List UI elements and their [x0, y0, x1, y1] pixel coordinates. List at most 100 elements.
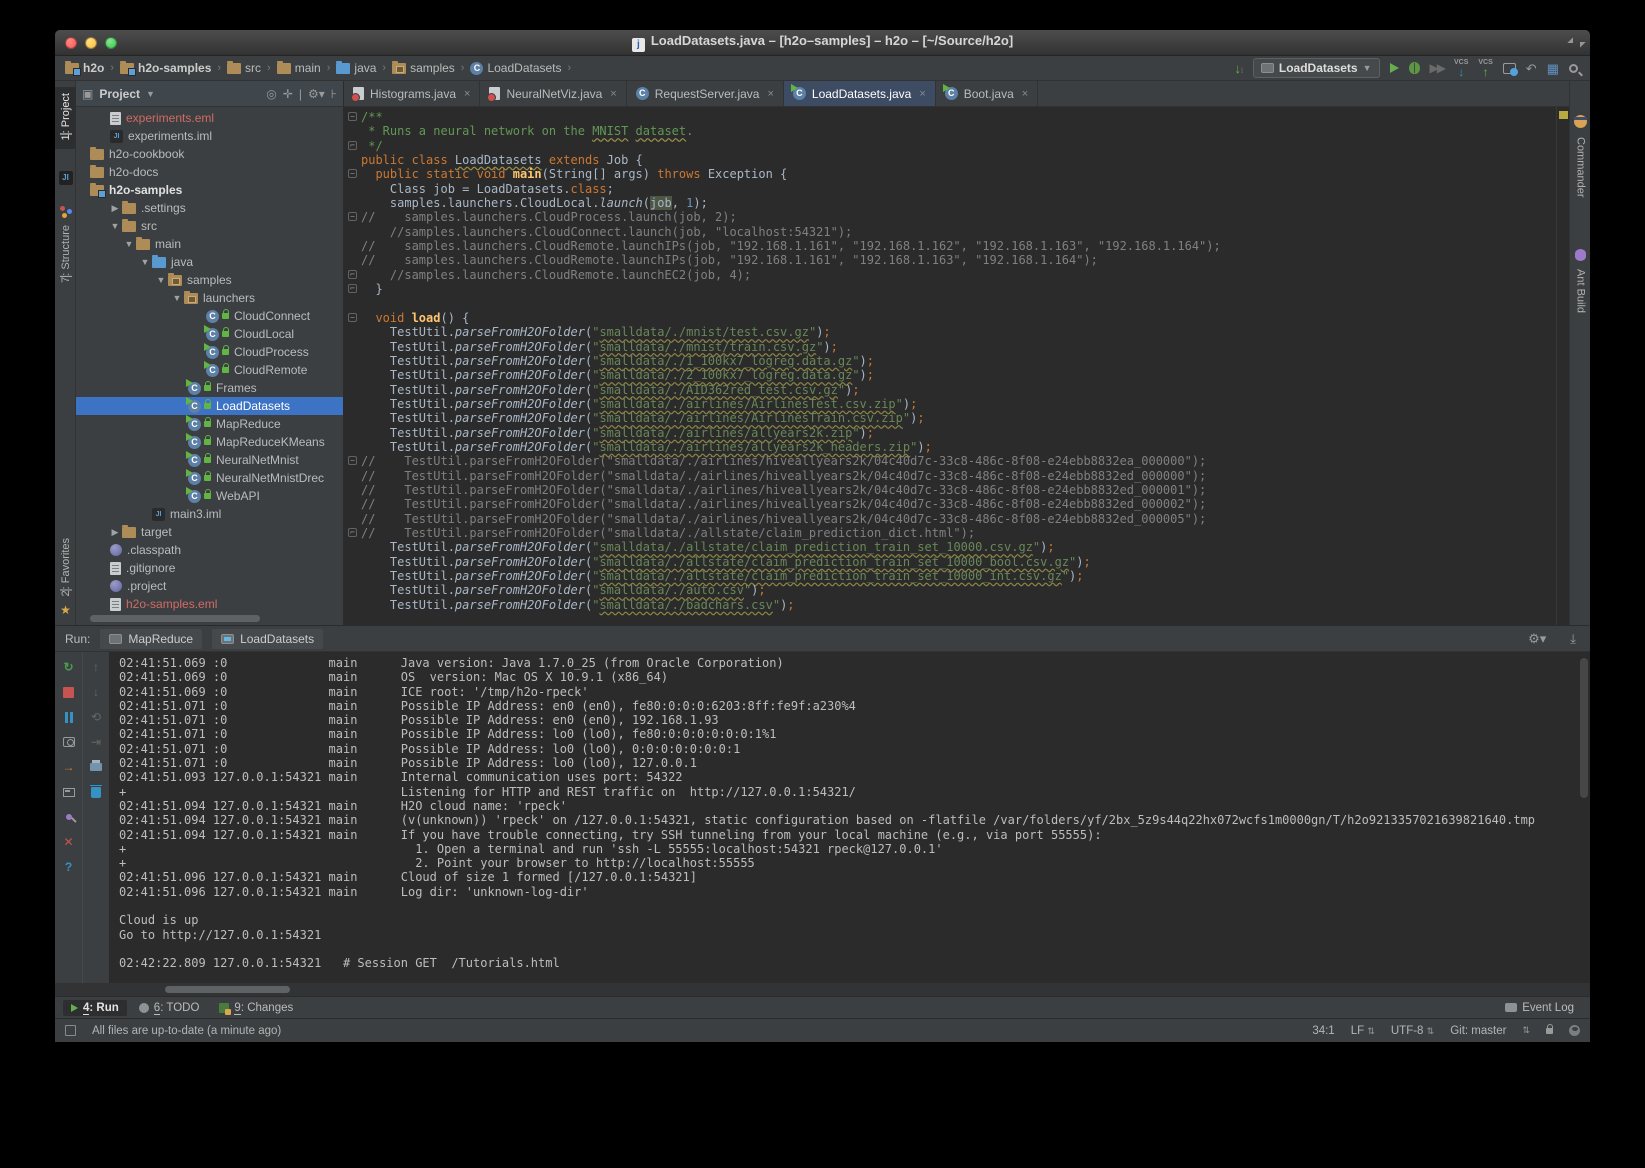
close-icon[interactable]: × [1022, 88, 1028, 100]
run-configuration-select[interactable]: LoadDatasets ▼ [1253, 58, 1380, 78]
scrollbar-thumb[interactable] [165, 986, 290, 993]
tree-item-webapi[interactable]: CWebAPI [76, 487, 343, 505]
hide-panel-icon[interactable]: ⤓ [1570, 631, 1576, 647]
scroll-to-end-icon[interactable]: ⇥ [89, 735, 103, 749]
tree-item-cloudremote[interactable]: CCloudRemote [76, 361, 343, 379]
toolwindow-button-event-log[interactable]: Event Log [1497, 1000, 1582, 1016]
run-icon[interactable] [1390, 63, 1399, 73]
gear-icon[interactable]: ⚙▾ [308, 87, 325, 101]
toolwindow-button-changes[interactable]: 9: Changes [211, 1000, 301, 1016]
breadcrumb-item-h2o[interactable]: h2o [65, 61, 104, 75]
git-branch-select[interactable]: Git: master [1450, 1025, 1506, 1037]
tree-item-h2o-docs[interactable]: h2o-docs [76, 163, 343, 181]
fold-end-icon[interactable]: ⌐ [348, 284, 357, 293]
undo-icon[interactable]: ↶ [1526, 62, 1537, 75]
run-tab-mapreduce[interactable]: MapReduce [100, 629, 202, 649]
collapsed-arrow-icon[interactable]: ▶ [109, 203, 121, 214]
project-hscrollbar[interactable] [76, 612, 343, 625]
tool-button-structure[interactable]: 7: Structure [55, 206, 76, 286]
vcs-update-icon[interactable]: VCS ↓ [1454, 59, 1468, 78]
scrollbar-thumb[interactable] [90, 615, 260, 622]
tree-item-neuralnetmnistdrec[interactable]: CNeuralNetMnistDrec [76, 469, 343, 487]
soft-wrap-icon[interactable]: ⟲ [89, 710, 103, 724]
editor-error-stripe[interactable] [1556, 107, 1569, 625]
close-icon[interactable]: × [464, 88, 470, 100]
exit-icon[interactable]: → [62, 760, 76, 774]
editor-tab-requestserver.java[interactable]: CRequestServer.java× [627, 81, 784, 106]
local-history-icon[interactable] [1503, 63, 1516, 74]
minimize-window-button[interactable] [85, 37, 97, 49]
close-icon[interactable]: × [919, 88, 925, 100]
fold-open-icon[interactable]: − [348, 456, 357, 465]
pause-icon[interactable] [62, 710, 76, 724]
editor-tab-loaddatasets.java[interactable]: CLoadDatasets.java× [784, 81, 936, 106]
close-icon[interactable]: × [767, 88, 773, 100]
zoom-window-button[interactable] [105, 37, 117, 49]
editor-tab-boot.java[interactable]: CBoot.java× [936, 81, 1038, 106]
tree-item-.gitignore[interactable]: .gitignore [76, 559, 343, 577]
tree-item-experiments.eml[interactable]: experiments.eml [76, 109, 343, 127]
warning-stripe-mark[interactable] [1559, 111, 1568, 119]
breadcrumb-item-samples[interactable]: samples [392, 61, 455, 75]
line-ending-select[interactable]: LF ⇅ [1351, 1025, 1375, 1037]
tree-item-main3.iml[interactable]: JImain3.iml [76, 505, 343, 523]
print-icon[interactable] [89, 760, 103, 774]
close-icon[interactable]: × [610, 88, 616, 100]
tool-button-project[interactable]: 1: Project [55, 87, 76, 149]
close-window-button[interactable] [65, 37, 77, 49]
fold-open-icon[interactable]: − [348, 169, 357, 178]
tree-item-main[interactable]: ▼main [76, 235, 343, 253]
console-hscrollbar[interactable] [55, 983, 1590, 996]
project-structure-icon[interactable]: ▦ [1547, 62, 1559, 75]
tree-item-neuralnetmnist[interactable]: CNeuralNetMnist [76, 451, 343, 469]
tree-item-launchers[interactable]: ▼launchers [76, 289, 343, 307]
collapse-all-icon[interactable]: ✛ [283, 87, 293, 101]
thread-dump-icon[interactable] [62, 735, 76, 749]
tree-item-samples[interactable]: ▼samples [76, 271, 343, 289]
run-tab-loaddatasets[interactable]: LoadDatasets [212, 629, 323, 649]
encoding-select[interactable]: UTF-8 ⇅ [1391, 1025, 1434, 1037]
search-icon[interactable] [1569, 64, 1578, 73]
chevron-down-icon[interactable]: ▼ [146, 89, 155, 99]
breadcrumb-item-loaddatasets[interactable]: CLoadDatasets [470, 61, 561, 75]
titlebar[interactable]: jLoadDatasets.java – [h2o–samples] – h2o… [55, 30, 1590, 56]
tree-item-mapreduce[interactable]: CMapReduce [76, 415, 343, 433]
layout-icon[interactable] [62, 785, 76, 799]
pin-icon[interactable] [62, 810, 76, 824]
user-icon[interactable] [1569, 1025, 1580, 1036]
tree-item-.settings[interactable]: ▶.settings [76, 199, 343, 217]
tool-button-favorites[interactable]: 2: Favorites [55, 538, 76, 599]
breadcrumb-item-java[interactable]: java [336, 61, 376, 75]
fold-open-icon[interactable]: − [348, 313, 357, 322]
toolwindow-button-run[interactable]: 4: Run [63, 1000, 127, 1016]
tree-item-h2o-samples.eml[interactable]: h2o-samples.eml [76, 595, 343, 612]
tree-item-target[interactable]: ▶target [76, 523, 343, 541]
tree-item-h2o-samples[interactable]: h2o-samples [76, 181, 343, 199]
fold-end-icon[interactable]: ⌐ [348, 528, 357, 537]
clear-icon[interactable] [89, 785, 103, 799]
console-vscrollbar[interactable] [1578, 652, 1590, 983]
expanded-arrow-icon[interactable]: ▼ [171, 293, 183, 303]
expanded-arrow-icon[interactable]: ▼ [139, 257, 151, 267]
breadcrumb-item-src[interactable]: src [227, 61, 261, 75]
gear-icon[interactable]: ⚙▾ [1528, 631, 1546, 647]
up-icon[interactable]: ↑ [89, 660, 103, 674]
resize-icon[interactable] [1571, 37, 1582, 48]
stop-icon[interactable] [62, 685, 76, 699]
tool-button-ant-build[interactable]: Ant Build [1570, 269, 1590, 316]
vcs-commit-icon[interactable]: VCS ↑ [1478, 59, 1492, 78]
console-output[interactable]: 02:41:51.069 :0 main Java version: Java … [119, 656, 1578, 971]
rerun-icon[interactable]: ↻ [62, 660, 76, 674]
editor-tab-histograms.java[interactable]: Histograms.java× [344, 81, 480, 106]
scrollbar-thumb[interactable] [1580, 658, 1588, 798]
close-icon[interactable]: ✕ [62, 835, 76, 849]
tree-item-.classpath[interactable]: .classpath [76, 541, 343, 559]
collapsed-arrow-icon[interactable]: ▶ [109, 527, 121, 538]
expanded-arrow-icon[interactable]: ▼ [123, 239, 135, 249]
fold-open-icon[interactable]: − [348, 112, 357, 121]
fold-open-icon[interactable]: − [348, 212, 357, 221]
tree-item-.project[interactable]: .project [76, 577, 343, 595]
status-toggle-icon[interactable] [65, 1025, 76, 1036]
fold-end-icon[interactable]: ⌐ [348, 141, 357, 150]
tree-item-java[interactable]: ▼java [76, 253, 343, 271]
